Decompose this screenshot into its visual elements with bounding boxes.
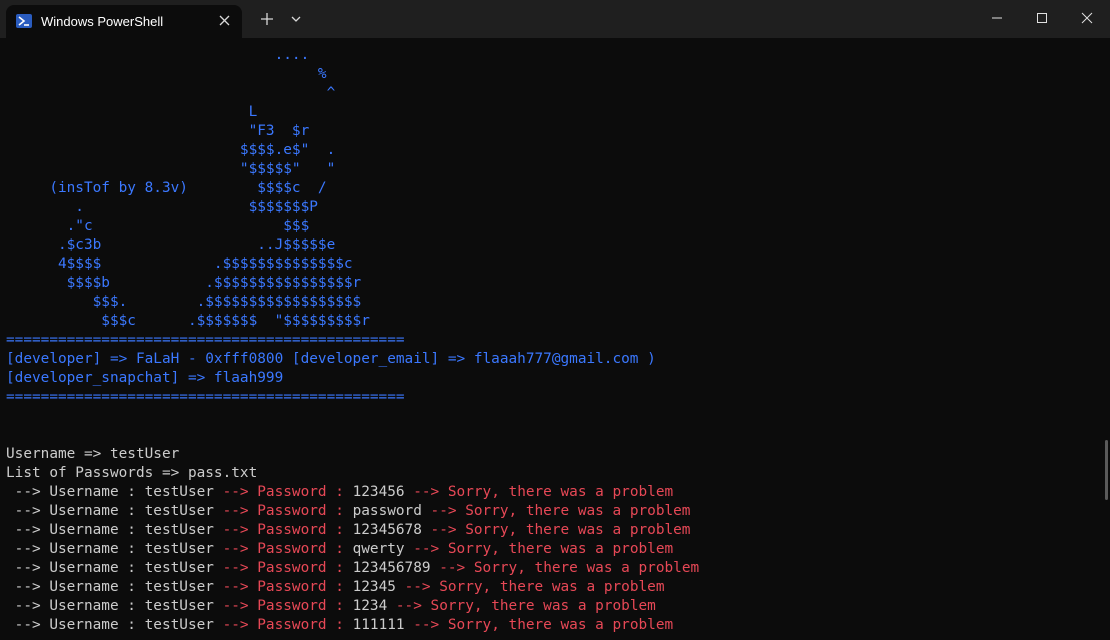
attempt-prefix: --> Username : testUser xyxy=(6,503,223,519)
banner-line: L xyxy=(6,104,258,120)
attempt-line: --> Username : testUser --> Password : 1… xyxy=(6,597,1096,616)
attempt-result: --> Sorry, there was a problem xyxy=(421,522,691,538)
password-value: 12345 xyxy=(352,579,396,595)
attempt-prefix: --> Username : testUser xyxy=(6,484,223,500)
close-tab-icon[interactable] xyxy=(214,10,236,32)
password-label: --> Password : xyxy=(222,560,353,576)
tab-windows-powershell[interactable]: Windows PowerShell xyxy=(6,5,242,38)
attempt-result: --> Sorry, there was a problem xyxy=(430,560,700,576)
password-label: --> Password : xyxy=(222,579,353,595)
attempt-line: --> Username : testUser --> Password : p… xyxy=(6,502,1096,521)
attempt-line: --> Username : testUser --> Password : 1… xyxy=(6,616,1096,635)
attempt-result: --> Sorry, there was a problem xyxy=(404,484,674,500)
password-value: qwerty xyxy=(352,541,405,557)
attempt-result: --> Sorry, there was a problem xyxy=(404,541,674,557)
developer-line: [developer] => FaLaH - 0xfff0800 [develo… xyxy=(6,351,656,367)
banner-line: "F3 $r xyxy=(6,123,310,139)
banner-line: % xyxy=(6,66,327,82)
passwords-list-line: List of Passwords => pass.txt xyxy=(6,465,258,481)
separator-line: ========================================… xyxy=(6,332,405,348)
password-label: --> Password : xyxy=(222,522,353,538)
scrollbar[interactable] xyxy=(1105,440,1108,500)
chevron-down-icon[interactable] xyxy=(284,8,308,30)
banner-line: ."c $$$ xyxy=(6,218,310,234)
attempt-prefix: --> Username : testUser xyxy=(6,598,223,614)
attempt-line: --> Username : testUser --> Password : 1… xyxy=(6,483,1096,502)
banner-line: $$$. .$$$$$$$$$$$$$$$$$$ xyxy=(6,294,362,310)
password-value: password xyxy=(352,503,422,519)
banner-line: . $$$$$$$P xyxy=(6,199,318,215)
banner-line: $$$$.e$" . xyxy=(6,142,336,158)
banner-line: $$$$b .$$$$$$$$$$$$$$$$r xyxy=(6,275,362,291)
attempt-prefix: --> Username : testUser xyxy=(6,541,223,557)
attempt-prefix: --> Username : testUser xyxy=(6,617,223,633)
attempt-line: --> Username : testUser --> Password : 1… xyxy=(6,578,1096,597)
password-value: 123456 xyxy=(352,484,405,500)
maximize-button[interactable] xyxy=(1019,0,1065,36)
attempt-line: --> Username : testUser --> Password : 1… xyxy=(6,559,1096,578)
attempt-prefix: --> Username : testUser xyxy=(6,579,223,595)
attempt-prefix: --> Username : testUser xyxy=(6,560,223,576)
attempt-line: --> Username : testUser --> Password : 1… xyxy=(6,521,1096,540)
snapchat-line: [developer_snapchat] => flaah999 xyxy=(6,370,284,386)
new-tab-button[interactable] xyxy=(255,8,279,30)
close-window-button[interactable] xyxy=(1064,0,1110,36)
banner-line: (insTof by 8.3v) $$$$c / xyxy=(6,180,327,196)
title-bar: Windows PowerShell xyxy=(0,0,1110,38)
password-label: --> Password : xyxy=(222,541,353,557)
password-value: 123456789 xyxy=(352,560,431,576)
password-value: 12345678 xyxy=(352,522,422,538)
attempt-prefix: --> Username : testUser xyxy=(6,522,223,538)
password-label: --> Password : xyxy=(222,617,353,633)
password-label: --> Password : xyxy=(222,598,353,614)
attempt-result: --> Sorry, there was a problem xyxy=(395,579,665,595)
banner-line: $$$c .$$$$$$$ "$$$$$$$$$r xyxy=(6,313,370,329)
banner-line: .... xyxy=(6,47,310,63)
username-line: Username => testUser xyxy=(6,446,180,462)
attempt-result: --> Sorry, there was a problem xyxy=(421,503,691,519)
password-value: 1234 xyxy=(352,598,388,614)
password-label: --> Password : xyxy=(222,484,353,500)
tab-title: Windows PowerShell xyxy=(41,14,164,29)
attempt-result: --> Sorry, there was a problem xyxy=(404,617,674,633)
banner-line: "$$$$$" " xyxy=(6,161,336,177)
password-value: 111111 xyxy=(352,617,405,633)
minimize-button[interactable] xyxy=(974,0,1020,36)
banner-line: 4$$$$ .$$$$$$$$$$$$$$c xyxy=(6,256,353,272)
banner-line: ^ xyxy=(6,85,336,101)
banner-line: .$c3b ..J$$$$$e xyxy=(6,237,336,253)
separator-line: ========================================… xyxy=(6,389,405,405)
terminal-output[interactable]: .... % ^ L "F3 $r $$$$.e$" . "$$$$$" " (… xyxy=(6,46,1096,640)
attempt-result: --> Sorry, there was a problem xyxy=(387,598,656,614)
powershell-icon xyxy=(16,14,32,28)
password-label: --> Password : xyxy=(222,503,353,519)
attempt-line: --> Username : testUser --> Password : q… xyxy=(6,540,1096,559)
